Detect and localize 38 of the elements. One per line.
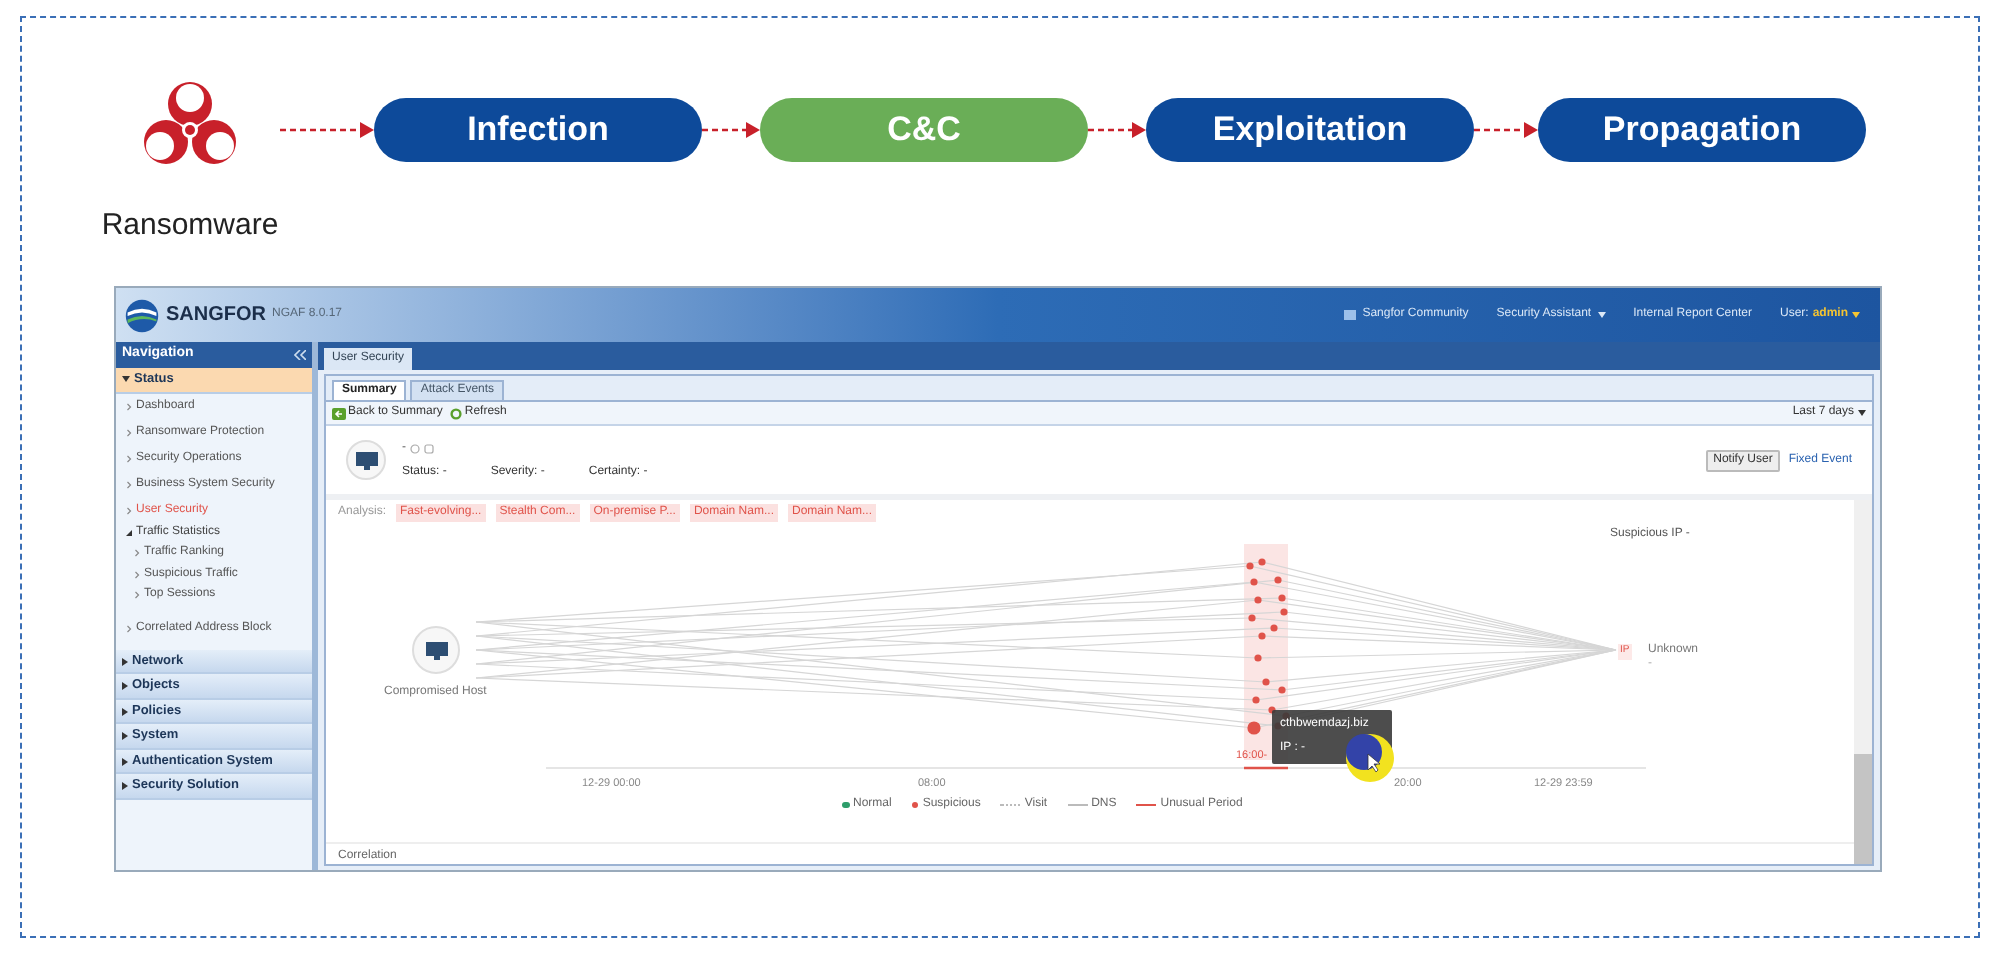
chevron-icon [126,428,132,439]
caret-icon [1858,410,1866,416]
stage-pill: Exploitation [1146,98,1474,162]
status-icon [410,443,420,453]
chevron-icon [126,479,132,490]
caret-icon [1597,312,1606,318]
stage-pill: Propagation [1538,98,1866,162]
stage-pill: C&C [760,98,1088,162]
brand-name: SANGFOR [166,302,266,330]
chevron-icon [126,623,132,634]
collapsed-caret-icon [122,757,128,766]
expanded-caret-icon [122,376,130,383]
collapsed-caret-icon [122,682,128,691]
dashed-arrow [280,120,374,140]
collapsed-caret-icon [122,782,128,791]
collapsed-caret-icon [122,657,128,666]
scrollbar-thumb[interactable] [1854,754,1872,864]
collapsed-caret-icon [122,707,128,716]
chevron-icon [126,402,132,413]
scrollbar[interactable] [1854,500,1872,864]
group-caret-icon [126,529,132,536]
caret-icon [1852,312,1860,318]
tag-icon [424,443,434,453]
collapsed-caret-icon [122,732,128,741]
chevron-icon [126,453,132,464]
source-label: Ransomware [101,206,279,246]
logo-icon [124,297,160,333]
refresh-icon [450,407,463,419]
stage-pill: Infection [374,98,702,162]
chevron-icon [126,505,132,516]
dashed-arrow [1474,120,1538,140]
collapse-icon[interactable] [294,350,306,360]
community-icon [1344,310,1357,320]
back-arrow-icon [332,407,346,419]
dashed-arrow [1088,120,1146,140]
dashed-arrow [702,120,760,140]
compromised-host-icon [412,626,460,674]
host-icon [346,440,386,480]
